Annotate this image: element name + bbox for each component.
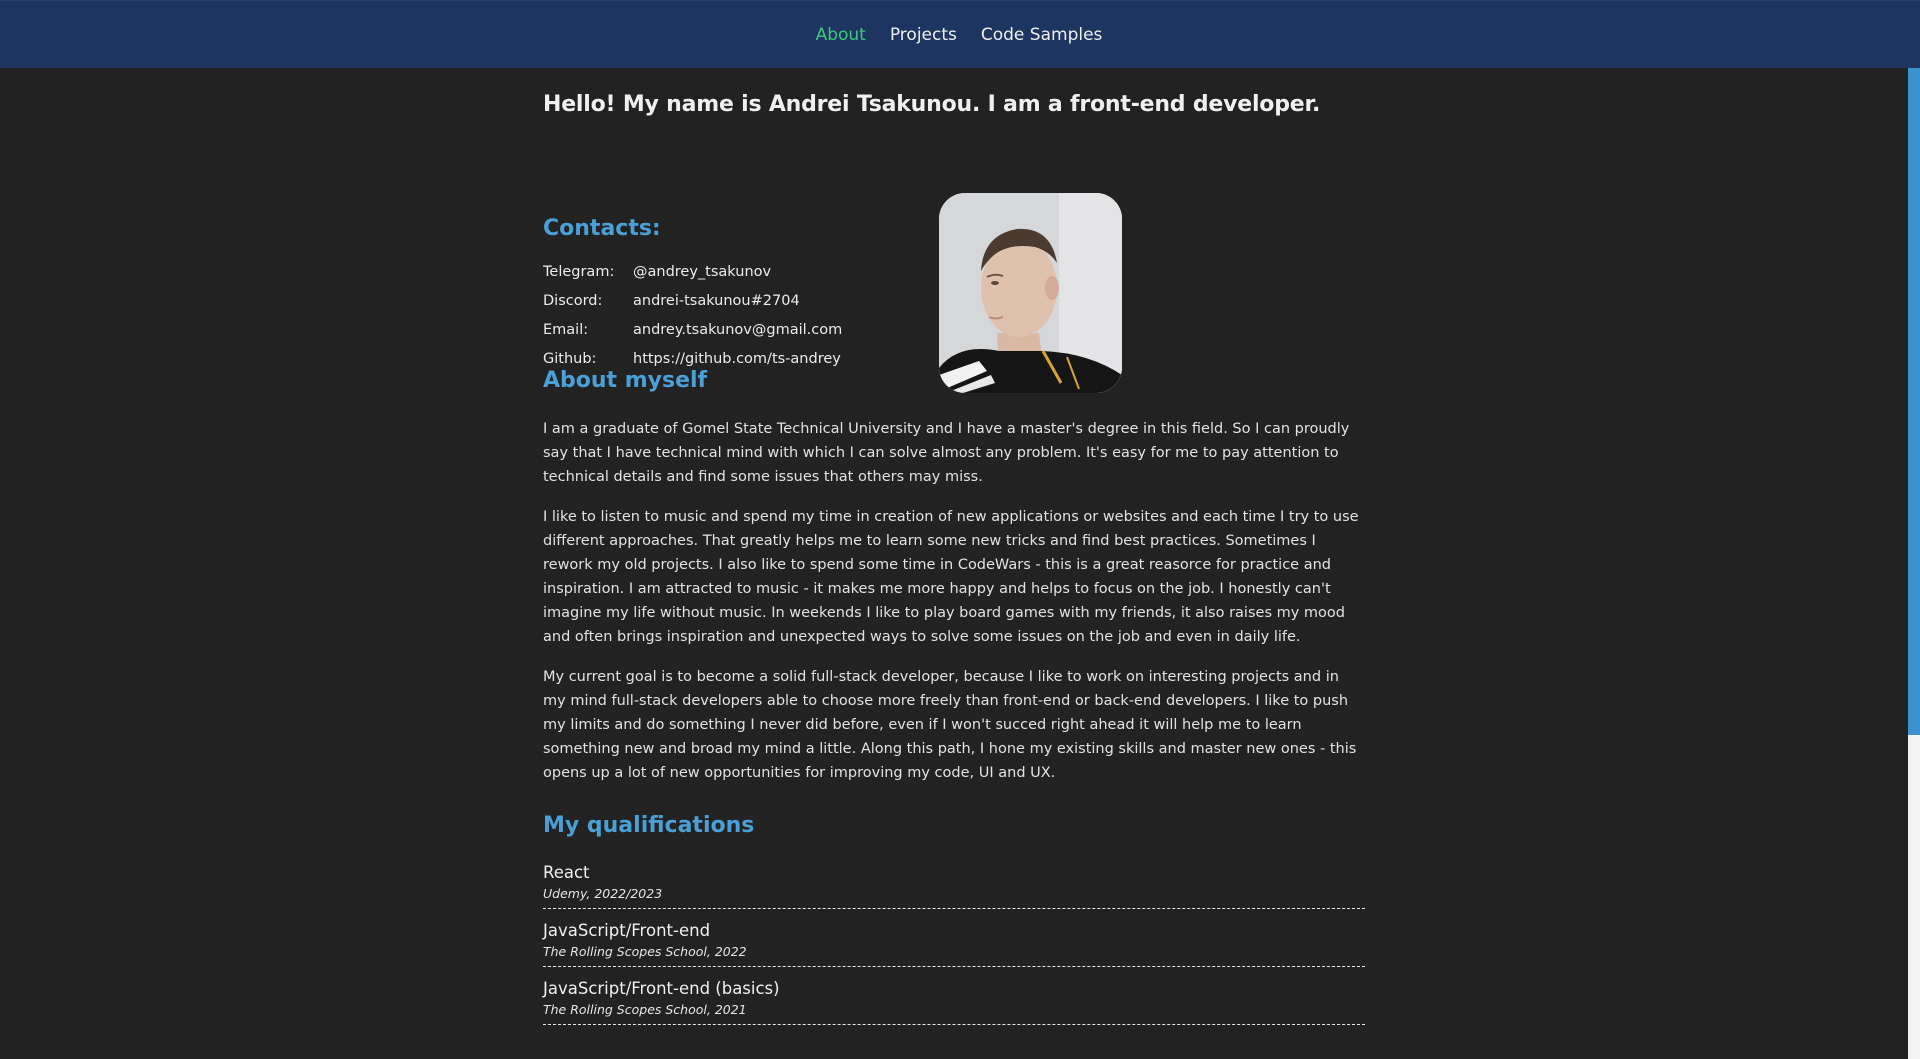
contact-row-telegram: Telegram: @andrey_tsakunov	[543, 264, 842, 293]
scrollbar-thumb[interactable]	[1908, 68, 1920, 735]
contact-row-discord: Discord: andrei-tsakunou#2704	[543, 293, 842, 322]
profile-photo	[939, 193, 1122, 393]
qualification-meta: The Rolling Scopes School, 2022	[543, 944, 747, 959]
contact-value: andrei-tsakunou#2704	[633, 293, 800, 309]
nav-projects-link[interactable]: Projects	[890, 25, 957, 45]
main-content: Hello! My name is Andrei Tsakunou. I am …	[543, 68, 1365, 1025]
contact-label: Email:	[543, 322, 589, 338]
contact-label: Discord:	[543, 293, 603, 309]
qualification-item: React Udemy, 2022/2023	[543, 862, 1365, 909]
about-paragraph: My current goal is to become a solid ful…	[543, 669, 1357, 781]
qualifications-heading: My qualifications	[543, 813, 755, 838]
about-paragraph: I am a graduate of Gomel State Technical…	[543, 421, 1350, 485]
contacts-heading: Contacts:	[543, 216, 661, 241]
qualification-name: JavaScript/Front-end (basics)	[543, 979, 780, 998]
contacts-section: Contacts: Telegram: @andrey_tsakunov Dis…	[543, 117, 1365, 393]
about-heading: About myself	[543, 368, 708, 393]
qualification-meta: The Rolling Scopes School, 2021	[543, 1002, 747, 1017]
qualification-name: React	[543, 863, 590, 882]
profile-photo-illustration	[939, 193, 1122, 393]
qualification-item: JavaScript/Front-end (basics) The Rollin…	[543, 978, 1365, 1025]
contact-row-email: Email: andrey.tsakunov@gmail.com	[543, 322, 842, 351]
qualification-name: JavaScript/Front-end	[543, 921, 711, 940]
contact-value: andrey.tsakunov@gmail.com	[633, 322, 843, 338]
contact-label: Telegram:	[543, 264, 615, 280]
top-nav: About Projects Code Samples	[0, 0, 1920, 68]
page-title: Hello! My name is Andrei Tsakunou. I am …	[543, 92, 1321, 117]
contacts-list: Telegram: @andrey_tsakunov Discord: andr…	[543, 264, 842, 380]
contact-value: @andrey_tsakunov	[633, 264, 772, 280]
qualification-item: JavaScript/Front-end The Rolling Scopes …	[543, 920, 1365, 967]
about-section: About myself I am a graduate of Gomel St…	[543, 368, 1365, 801]
nav-code-samples-link[interactable]: Code Samples	[981, 25, 1103, 45]
page: About Projects Code Samples Hello! My na…	[0, 0, 1920, 1059]
qualifications-section: My qualifications React Udemy, 2022/2023…	[543, 813, 1365, 1036]
qualification-meta: Udemy, 2022/2023	[543, 886, 663, 901]
about-paragraph: I like to listen to music and spend my t…	[543, 509, 1359, 645]
nav-about-link[interactable]: About	[816, 25, 866, 45]
